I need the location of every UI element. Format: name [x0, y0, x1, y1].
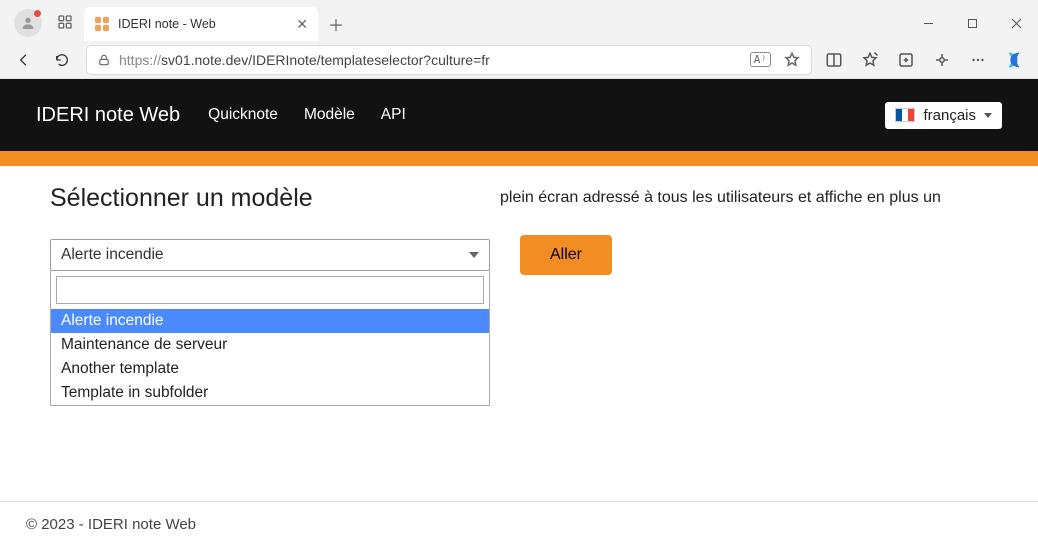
- dropdown-search-input[interactable]: [56, 276, 484, 304]
- back-button[interactable]: [10, 46, 38, 74]
- tab-title: IDERI note - Web: [118, 17, 216, 31]
- app-header: IDERI note Web Quicknote Modèle API fran…: [0, 79, 1038, 151]
- template-option[interactable]: Template in subfolder: [51, 381, 489, 405]
- url-field[interactable]: https://sv01.note.dev/IDERInote/template…: [86, 45, 812, 75]
- flag-france-icon: [895, 108, 915, 122]
- template-selected-value: Alerte incendie: [61, 246, 164, 264]
- split-screen-icon[interactable]: [822, 48, 846, 72]
- template-option[interactable]: Alerte incendie: [51, 309, 489, 333]
- nav-modele[interactable]: Modèle: [304, 106, 355, 124]
- reader-mode-icon[interactable]: A⁾: [750, 52, 771, 67]
- nav-links: Quicknote Modèle API: [208, 106, 406, 124]
- language-label: français: [923, 107, 976, 124]
- language-selector[interactable]: français: [885, 102, 1002, 129]
- chevron-down-icon: [469, 252, 479, 258]
- url-text: https://sv01.note.dev/IDERInote/template…: [119, 52, 490, 68]
- app-favicon: [94, 16, 110, 32]
- collections-icon[interactable]: [894, 48, 918, 72]
- browser-tab[interactable]: IDERI note - Web ✕: [84, 7, 318, 41]
- accent-strip: [0, 151, 1038, 166]
- maximize-button[interactable]: [950, 8, 994, 38]
- page-viewport: IDERI note Web Quicknote Modèle API fran…: [0, 79, 1038, 547]
- favorites-icon[interactable]: [858, 48, 882, 72]
- tab-strip: IDERI note - Web ✕ ＋: [0, 0, 1038, 41]
- window-controls: [906, 8, 1038, 38]
- template-option[interactable]: Maintenance de serveur: [51, 333, 489, 357]
- main-content: Sélectionner un modèle Alerte incendie A…: [0, 166, 1038, 227]
- close-window-button[interactable]: [994, 8, 1038, 38]
- chevron-down-icon: [984, 113, 992, 118]
- copilot-icon[interactable]: [1000, 46, 1028, 74]
- new-tab-button[interactable]: ＋: [322, 10, 350, 38]
- template-option[interactable]: Another template: [51, 357, 489, 381]
- workspaces-icon[interactable]: [52, 9, 78, 35]
- lock-icon: [97, 53, 111, 67]
- refresh-button[interactable]: [48, 46, 76, 74]
- browser-chrome: IDERI note - Web ✕ ＋ https://sv01.note.d…: [0, 0, 1038, 79]
- toolbar-icons: [822, 48, 990, 72]
- address-bar: https://sv01.note.dev/IDERInote/template…: [0, 41, 1038, 79]
- menu-dots-icon[interactable]: [966, 48, 990, 72]
- template-select[interactable]: Alerte incendie: [50, 239, 490, 271]
- close-tab-icon[interactable]: ✕: [296, 16, 308, 33]
- nav-api[interactable]: API: [381, 106, 406, 124]
- profile-avatar[interactable]: [14, 9, 42, 37]
- footer-text: © 2023 - IDERI note Web: [26, 516, 196, 533]
- template-form-row: Alerte incendie Alerte incendie Maintena…: [50, 235, 988, 275]
- minimize-button[interactable]: [906, 8, 950, 38]
- template-dropdown: Alerte incendie Maintenance de serveur A…: [50, 271, 490, 406]
- brand-logo[interactable]: IDERI note Web: [36, 104, 180, 127]
- favorite-star-icon[interactable]: [783, 51, 801, 69]
- go-button[interactable]: Aller: [520, 235, 612, 275]
- dropdown-search-wrap: [51, 271, 489, 309]
- page-footer: © 2023 - IDERI note Web: [0, 501, 1038, 547]
- nav-quicknote[interactable]: Quicknote: [208, 106, 278, 124]
- template-select-wrap: Alerte incendie Alerte incendie Maintena…: [50, 239, 490, 271]
- extensions-icon[interactable]: [930, 48, 954, 72]
